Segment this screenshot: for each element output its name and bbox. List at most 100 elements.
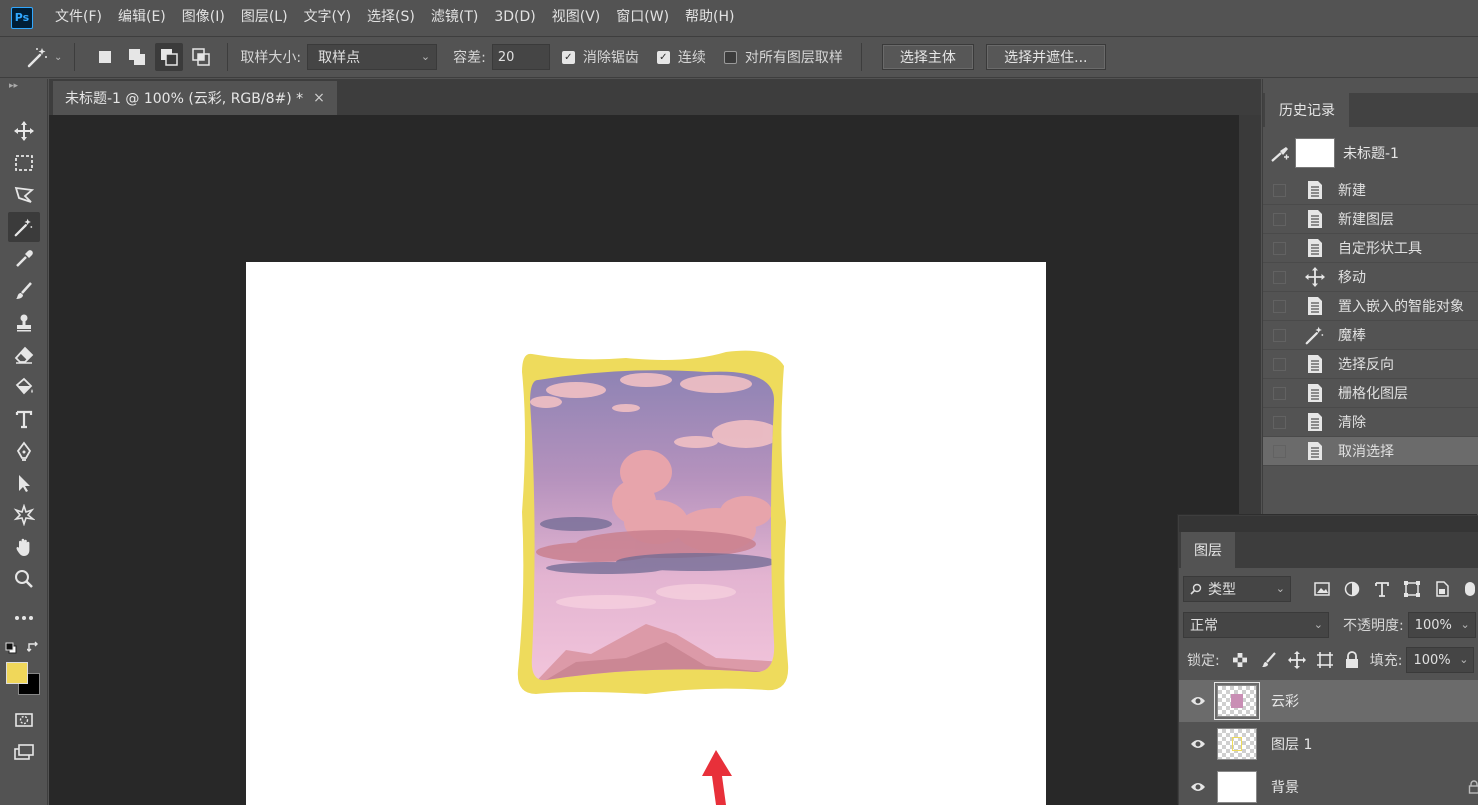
lasso-tool[interactable]: [8, 180, 40, 210]
layer-filter-select[interactable]: 类型 ⌄: [1183, 576, 1291, 602]
opacity-input[interactable]: 100% ⌄: [1407, 612, 1476, 638]
history-source-checkbox[interactable]: [1273, 386, 1286, 400]
subtract-selection-button[interactable]: [155, 43, 184, 71]
swap-colors-button[interactable]: [26, 640, 41, 658]
history-item[interactable]: 取消选择: [1263, 437, 1478, 466]
layer-row[interactable]: 图层 1: [1179, 723, 1478, 765]
menu-layer[interactable]: 图层(L): [233, 0, 296, 35]
custom-shape-tool[interactable]: [8, 500, 40, 530]
history-item[interactable]: 移动: [1263, 263, 1478, 292]
document-icon: [1304, 237, 1326, 259]
type-filter-icon[interactable]: [1373, 580, 1391, 598]
shape-filter-icon[interactable]: [1403, 580, 1421, 598]
smart-object-filter-icon[interactable]: [1433, 580, 1451, 598]
fill-input[interactable]: 100% ⌄: [1406, 647, 1475, 673]
close-icon[interactable]: ×: [313, 90, 325, 106]
history-item[interactable]: 置入嵌入的智能对象: [1263, 292, 1478, 321]
clone-stamp-tool[interactable]: [8, 308, 40, 338]
menu-view[interactable]: 视图(V): [544, 0, 609, 35]
layer-row[interactable]: 云彩: [1179, 680, 1478, 722]
menu-image[interactable]: 图像(I): [174, 0, 233, 35]
history-item[interactable]: 新建图层: [1263, 205, 1478, 234]
menu-window[interactable]: 窗口(W): [608, 0, 677, 35]
history-source-checkbox[interactable]: [1273, 183, 1286, 197]
history-item[interactable]: 栅格化图层: [1263, 379, 1478, 408]
layer-row[interactable]: 背景: [1179, 766, 1478, 805]
eyedropper-tool[interactable]: [8, 244, 40, 274]
foreground-color-swatch[interactable]: [6, 662, 28, 684]
image-filter-icon[interactable]: [1313, 580, 1331, 598]
menu-edit[interactable]: 编辑(E): [110, 0, 174, 35]
hand-tool[interactable]: [8, 532, 40, 562]
tolerance-input[interactable]: 20: [491, 44, 550, 70]
select-and-mask-button[interactable]: 选择并遮住...: [985, 44, 1106, 70]
blend-mode-select[interactable]: 正常 ⌄: [1183, 612, 1329, 638]
menu-select[interactable]: 选择(S): [359, 0, 423, 35]
visibility-eye-icon[interactable]: [1179, 695, 1217, 707]
menu-help[interactable]: 帮助(H): [677, 0, 742, 35]
adjustment-filter-icon[interactable]: [1343, 580, 1361, 598]
history-source-checkbox[interactable]: [1273, 241, 1286, 255]
new-selection-button[interactable]: [91, 43, 119, 71]
screen-mode-button[interactable]: [8, 737, 40, 767]
eraser-tool[interactable]: [8, 340, 40, 370]
menu-type[interactable]: 文字(Y): [296, 0, 359, 35]
move-tool[interactable]: [8, 116, 40, 146]
history-source-checkbox[interactable]: [1273, 299, 1286, 313]
tab-history[interactable]: 历史记录: [1265, 93, 1349, 127]
history-item[interactable]: 自定形状工具: [1263, 234, 1478, 263]
lock-artboard-icon[interactable]: [1316, 651, 1334, 669]
menu-filter[interactable]: 滤镜(T): [423, 0, 486, 35]
history-item[interactable]: 魔棒: [1263, 321, 1478, 350]
magic-wand-tool[interactable]: [8, 212, 40, 242]
history-tab-bar: 历史记录: [1263, 93, 1478, 127]
quick-mask-button[interactable]: [8, 705, 40, 735]
marquee-tool[interactable]: [8, 148, 40, 178]
filter-toggle-icon[interactable]: [1465, 582, 1475, 596]
sample-size-select[interactable]: 取样点 ⌄: [307, 44, 438, 70]
anti-alias-option[interactable]: ✓ 消除锯齿: [561, 47, 639, 67]
history-source-checkbox[interactable]: [1273, 328, 1286, 342]
sample-all-layers-option[interactable]: 对所有图层取样: [723, 47, 843, 67]
history-source-checkbox[interactable]: [1273, 415, 1286, 429]
tool-preset-picker[interactable]: ⌄: [26, 45, 62, 69]
history-item[interactable]: 清除: [1263, 408, 1478, 437]
menu-3d[interactable]: 3D(D): [486, 0, 543, 35]
path-selection-tool[interactable]: [8, 468, 40, 498]
collapse-panel-icon[interactable]: ▸▸: [9, 81, 18, 91]
paint-bucket-tool[interactable]: [8, 372, 40, 402]
lock-transparent-pixels-icon[interactable]: [1232, 652, 1248, 668]
default-colors-button[interactable]: [5, 642, 17, 658]
contiguous-checkbox[interactable]: ✓: [656, 50, 670, 64]
edit-toolbar-button[interactable]: [8, 603, 40, 633]
pen-tool[interactable]: [8, 436, 40, 466]
move-icon: [14, 121, 34, 141]
history-source-checkbox[interactable]: [1273, 212, 1286, 226]
red-arrow: [702, 750, 732, 805]
visibility-eye-icon[interactable]: [1179, 738, 1217, 750]
history-source-checkbox[interactable]: [1273, 270, 1286, 284]
menu-file[interactable]: 文件(F): [47, 0, 110, 35]
sample-all-layers-checkbox[interactable]: [723, 50, 737, 64]
intersect-selection-button[interactable]: [187, 43, 215, 71]
history-item[interactable]: 选择反向: [1263, 350, 1478, 379]
brush-tool[interactable]: [8, 276, 40, 306]
lock-image-pixels-icon[interactable]: [1260, 651, 1278, 669]
type-tool[interactable]: [8, 404, 40, 434]
history-item[interactable]: 新建: [1263, 176, 1478, 205]
history-source-checkbox[interactable]: [1273, 444, 1286, 458]
visibility-eye-icon[interactable]: [1179, 781, 1217, 793]
zoom-tool[interactable]: [8, 564, 40, 594]
select-subject-button[interactable]: 选择主体: [881, 44, 974, 70]
document-tab[interactable]: 未标题-1 @ 100% (云彩, RGB/8#) * ×: [53, 81, 337, 115]
tab-layers[interactable]: 图层: [1181, 532, 1235, 568]
lock-all-icon[interactable]: [1344, 651, 1360, 669]
anti-alias-checkbox[interactable]: ✓: [561, 50, 575, 64]
panel-grip[interactable]: [1179, 516, 1478, 532]
lock-position-icon[interactable]: [1287, 651, 1306, 669]
history-source-checkbox[interactable]: [1273, 357, 1286, 371]
contiguous-option[interactable]: ✓ 连续: [656, 47, 706, 67]
document-canvas[interactable]: [246, 262, 1046, 805]
history-snapshot[interactable]: 未标题-1: [1263, 130, 1478, 176]
add-selection-button[interactable]: [123, 43, 151, 71]
